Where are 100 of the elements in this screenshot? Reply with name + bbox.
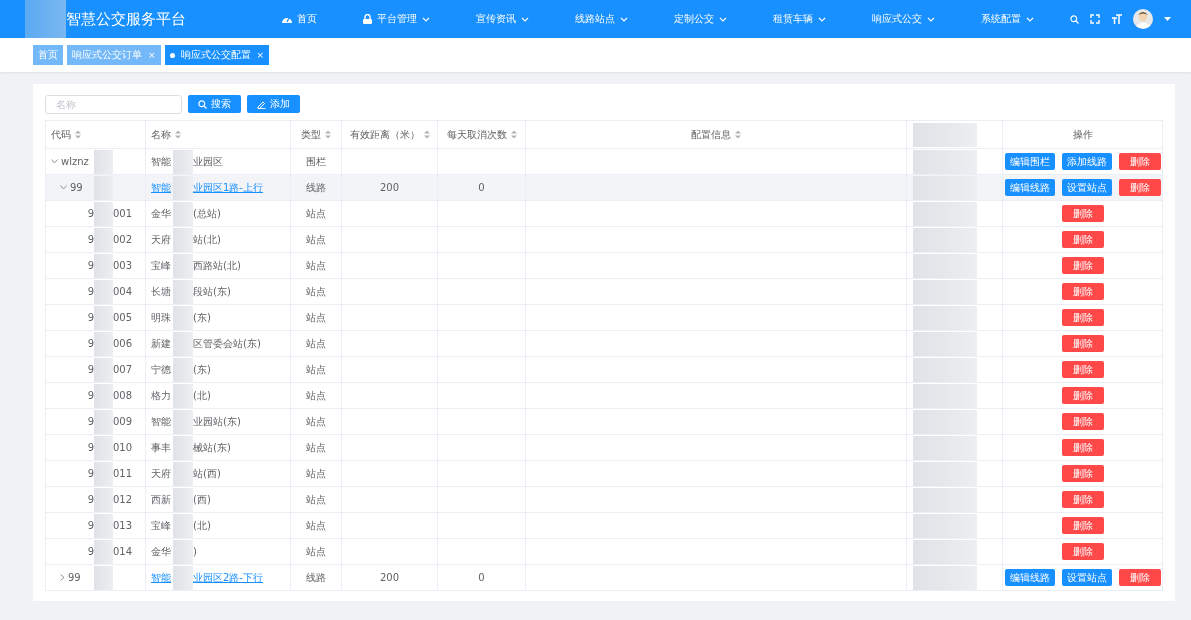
- redaction-block: [913, 279, 977, 304]
- delete-button[interactable]: 删除: [1061, 439, 1104, 456]
- code-text: wlznz: [61, 156, 89, 167]
- sort-icon[interactable]: [75, 130, 81, 139]
- name-search-field[interactable]: 名称: [45, 95, 182, 114]
- type-text: 站点: [306, 259, 326, 271]
- name-text: 站(北): [193, 232, 222, 247]
- code-text: 004: [113, 286, 134, 297]
- route-link[interactable]: 智能: [151, 570, 173, 585]
- fullscreen-icon[interactable]: [1090, 14, 1100, 24]
- nav-menu-item[interactable]: 线路站点: [565, 7, 638, 31]
- chevron-down-icon[interactable]: [51, 159, 58, 164]
- chevron-down-icon[interactable]: [60, 185, 67, 190]
- code-text: 010: [113, 442, 134, 453]
- delete-button[interactable]: 删除: [1061, 413, 1104, 430]
- nav-menu-item[interactable]: 首页: [272, 7, 327, 31]
- redaction-block: [913, 122, 977, 147]
- code-text: 9: [87, 208, 94, 219]
- redaction-block: [913, 565, 977, 590]
- chevron-right-icon[interactable]: [60, 574, 65, 581]
- nav-menu-item[interactable]: 租赁车辆: [763, 7, 836, 31]
- page-tab[interactable]: 响应式公交订单 ×: [67, 45, 161, 65]
- sort-icon[interactable]: [735, 130, 741, 139]
- redaction-block: [94, 331, 113, 356]
- delete-button[interactable]: 删除: [1061, 283, 1104, 300]
- redaction-block: [94, 305, 113, 330]
- delete-button[interactable]: 删除: [1061, 491, 1104, 508]
- action-button[interactable]: 编辑线路: [1004, 569, 1055, 586]
- delete-button[interactable]: 删除: [1118, 179, 1161, 196]
- text-size-icon[interactable]: [1111, 14, 1122, 24]
- nav-menu-item[interactable]: 定制公交: [664, 7, 737, 31]
- action-button[interactable]: 设置站点: [1061, 179, 1112, 196]
- redaction-block: [913, 383, 977, 408]
- delete-button[interactable]: 删除: [1061, 231, 1104, 248]
- type-text: 站点: [306, 389, 326, 401]
- code-text: 9: [87, 416, 94, 427]
- name-text: 区管委会站(东): [193, 336, 262, 351]
- action-button[interactable]: 编辑线路: [1004, 179, 1055, 196]
- delete-button[interactable]: 删除: [1061, 335, 1104, 352]
- redaction-block: [913, 409, 977, 434]
- delete-button[interactable]: 删除: [1061, 205, 1104, 222]
- name-text: 宝峰: [151, 258, 172, 273]
- chevron-down-icon: [818, 16, 826, 22]
- redaction-block: [913, 253, 977, 278]
- page-tab[interactable]: 响应式公交配置 ×: [164, 45, 270, 65]
- action-button[interactable]: 设置站点: [1061, 569, 1112, 586]
- code-text: 9: [87, 234, 94, 245]
- action-button[interactable]: 编辑围栏: [1004, 153, 1055, 170]
- name-text: 新建: [151, 336, 172, 351]
- delete-button[interactable]: 删除: [1118, 153, 1161, 170]
- code-text: 9: [87, 546, 94, 557]
- page-tab[interactable]: 首页: [33, 45, 63, 65]
- avatar-icon[interactable]: [1133, 9, 1153, 29]
- toolbar-button[interactable]: 搜索: [188, 95, 241, 113]
- caret-icon[interactable]: [1164, 17, 1171, 21]
- chevron-down-icon: [620, 16, 628, 22]
- delete-button[interactable]: 删除: [1118, 569, 1161, 586]
- route-link[interactable]: 智能: [151, 180, 173, 195]
- route-link[interactable]: 业园区1路-上行: [193, 180, 285, 195]
- delete-button[interactable]: 删除: [1061, 257, 1104, 274]
- name-text: 事丰: [151, 440, 172, 455]
- redaction-block: [94, 253, 113, 278]
- redaction-block: [173, 331, 193, 356]
- delete-button[interactable]: 删除: [1061, 309, 1104, 326]
- type-text: 站点: [306, 441, 326, 453]
- type-text: 站点: [306, 233, 326, 245]
- nav-menu-item[interactable]: 宣传资讯: [466, 7, 539, 31]
- delete-button[interactable]: 删除: [1061, 361, 1104, 378]
- nav-menu-item[interactable]: 响应式公交: [862, 7, 945, 31]
- action-button[interactable]: 添加线路: [1061, 153, 1112, 170]
- redaction-block: [173, 227, 193, 252]
- code-text: 005: [113, 312, 134, 323]
- toolbar-button[interactable]: 添加: [247, 95, 300, 113]
- sort-icon[interactable]: [510, 130, 517, 139]
- search-icon: [198, 99, 207, 109]
- route-link[interactable]: 业园区2路-下行: [193, 570, 285, 585]
- code-text: 013: [113, 520, 134, 531]
- type-text: 站点: [306, 519, 326, 531]
- name-text: 械站(东): [193, 440, 232, 455]
- nav-menu-item[interactable]: 平台管理: [353, 7, 440, 31]
- delete-button[interactable]: 删除: [1061, 465, 1104, 482]
- sort-icon[interactable]: [325, 130, 331, 139]
- redaction-block: [173, 513, 193, 538]
- cancel-count-text: 0: [478, 182, 485, 193]
- nav-menu-item[interactable]: 系统配置: [971, 7, 1044, 31]
- delete-button[interactable]: 删除: [1061, 543, 1104, 560]
- chevron-down-icon: [422, 16, 430, 22]
- sort-icon[interactable]: [175, 130, 181, 139]
- delete-button[interactable]: 删除: [1061, 387, 1104, 404]
- redaction-block: [94, 279, 113, 304]
- sort-icon[interactable]: [423, 130, 430, 139]
- redaction-block: [173, 539, 193, 564]
- redaction-block: [94, 461, 113, 486]
- chevron-down-icon: [719, 16, 727, 22]
- delete-button[interactable]: 删除: [1061, 517, 1104, 534]
- redaction-block: [173, 565, 193, 590]
- redaction-block: [173, 409, 193, 434]
- distance-text: 200: [379, 182, 400, 193]
- search-button[interactable]: [1070, 14, 1079, 24]
- name-text: 宝峰: [151, 518, 172, 533]
